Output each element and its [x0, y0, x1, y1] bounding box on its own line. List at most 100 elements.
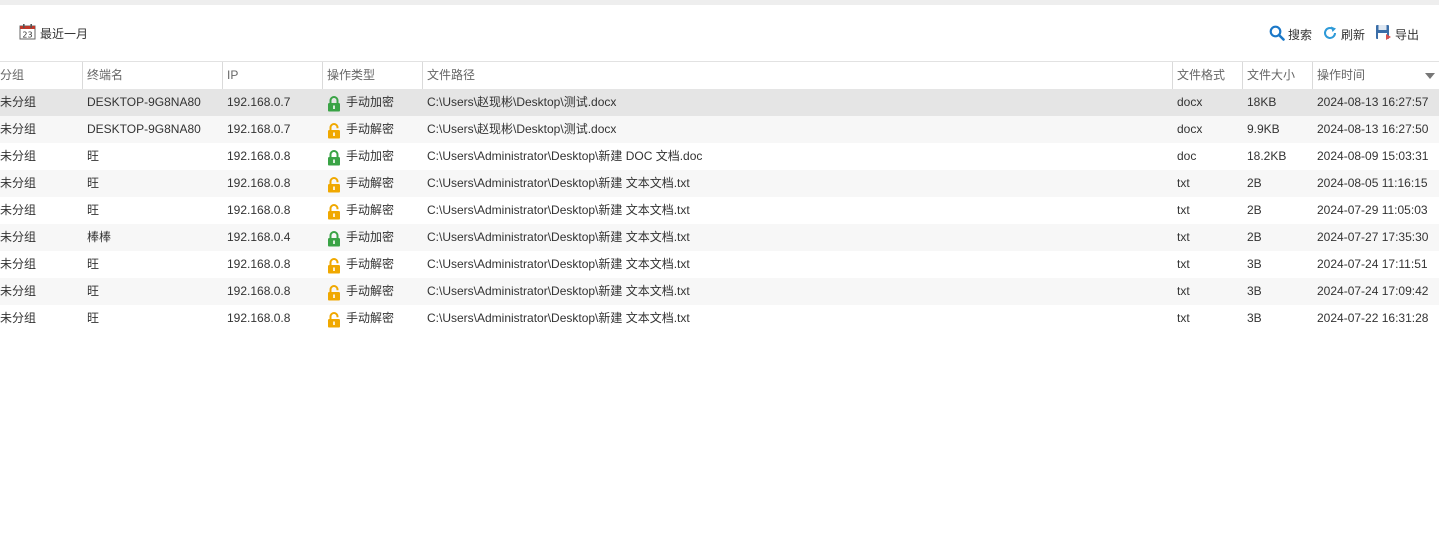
- op-type-label: 手动解密: [346, 203, 395, 217]
- export-button[interactable]: 导出: [1375, 24, 1419, 44]
- cell-ip: 192.168.0.8: [227, 203, 291, 217]
- table-row[interactable]: 未分组 棒棒 192.168.0.4 手动加密 C:\Users\Administrat…: [0, 224, 1439, 251]
- cell-size: 2B: [1247, 203, 1262, 217]
- cell-op-type: 手动加密: [327, 89, 422, 116]
- cell-time: 2024-07-22 16:31:28: [1317, 311, 1429, 325]
- op-type-label: 手动解密: [346, 176, 395, 190]
- period-filter-label: 最近一月: [40, 26, 89, 41]
- cell-terminal: 旺: [87, 203, 100, 217]
- column-header-time[interactable]: 操作时间: [1312, 62, 1439, 89]
- column-header-format[interactable]: 文件格式: [1172, 62, 1242, 89]
- lock-closed-green-icon: [327, 95, 341, 111]
- cell-op-type: 手动解密: [327, 197, 422, 224]
- table-row[interactable]: 未分组 旺 192.168.0.8 手动解密 C:\Users\Administrato…: [0, 278, 1439, 305]
- column-header-size[interactable]: 文件大小: [1242, 62, 1312, 89]
- cell-format: doc: [1177, 149, 1197, 163]
- column-header-path[interactable]: 文件路径: [422, 62, 1172, 89]
- column-header-time-label: 操作时间: [1317, 68, 1366, 82]
- table-body: 未分组 DESKTOP-9G8NA80 192.168.0.7 手动加密 C:\User…: [0, 89, 1439, 332]
- cell-group: 未分组: [0, 311, 37, 325]
- op-type-label: 手动加密: [346, 230, 395, 244]
- cell-ip: 192.168.0.7: [227, 95, 291, 109]
- cell-terminal: 旺: [87, 176, 100, 190]
- op-type-label: 手动解密: [346, 122, 395, 136]
- cell-size: 18.2KB: [1247, 149, 1287, 163]
- op-type-label: 手动加密: [346, 95, 395, 109]
- column-header-op-type[interactable]: 操作类型: [322, 62, 422, 89]
- table-row[interactable]: 未分组 旺 192.168.0.8 手动解密 C:\Users\Administrato…: [0, 197, 1439, 224]
- export-label: 导出: [1394, 27, 1419, 42]
- cell-ip: 192.168.0.7: [227, 122, 291, 136]
- cell-op-type: 手动解密: [327, 305, 422, 332]
- cell-path: C:\Users\Administrator\Desktop\新建 文本文档.t…: [427, 284, 690, 298]
- cell-format: txt: [1177, 257, 1190, 271]
- lock-open-yellow-icon: [327, 176, 341, 192]
- refresh-icon: [1322, 25, 1338, 44]
- cell-group: 未分组: [0, 149, 37, 163]
- cell-ip: 192.168.0.8: [227, 149, 291, 163]
- cell-group: 未分组: [0, 95, 37, 109]
- table-row[interactable]: 未分组 DESKTOP-9G8NA80 192.168.0.7 手动解密 C:\User…: [0, 116, 1439, 143]
- toolbar: 23 最近一月 搜索 刷新 导出: [0, 5, 1439, 61]
- cell-terminal: DESKTOP-9G8NA80: [87, 95, 201, 109]
- cell-group: 未分组: [0, 257, 37, 271]
- table-row[interactable]: 未分组 旺 192.168.0.8 手动加密 C:\Users\Administrato…: [0, 143, 1439, 170]
- lock-closed-green-icon: [327, 149, 341, 165]
- op-type-label: 手动解密: [346, 284, 395, 298]
- op-type-label: 手动加密: [346, 149, 395, 163]
- cell-size: 3B: [1247, 257, 1262, 271]
- lock-open-yellow-icon: [327, 257, 341, 273]
- cell-group: 未分组: [0, 122, 37, 136]
- cell-path: C:\Users\赵现彬\Desktop\测试.docx: [427, 122, 617, 136]
- cell-group: 未分组: [0, 176, 37, 190]
- cell-size: 9.9KB: [1247, 122, 1280, 136]
- cell-group: 未分组: [0, 284, 37, 298]
- cell-time: 2024-08-09 15:03:31: [1317, 149, 1429, 163]
- cell-format: docx: [1177, 122, 1203, 136]
- cell-terminal: 旺: [87, 257, 100, 271]
- cell-time: 2024-07-29 11:05:03: [1317, 203, 1428, 217]
- cell-size: 3B: [1247, 284, 1262, 298]
- cell-time: 2024-08-13 16:27:57: [1317, 95, 1429, 109]
- search-icon: [1269, 25, 1285, 44]
- cell-path: C:\Users\Administrator\Desktop\新建 文本文档.t…: [427, 176, 690, 190]
- cell-time: 2024-07-24 17:09:42: [1317, 284, 1429, 298]
- lock-open-yellow-icon: [327, 203, 341, 219]
- lock-closed-green-icon: [327, 230, 341, 246]
- cell-op-type: 手动解密: [327, 170, 422, 197]
- cell-ip: 192.168.0.8: [227, 176, 291, 190]
- search-button[interactable]: 搜索: [1269, 25, 1312, 44]
- cell-op-type: 手动解密: [327, 251, 422, 278]
- lock-open-yellow-icon: [327, 284, 341, 300]
- cell-ip: 192.168.0.8: [227, 284, 291, 298]
- period-filter-button[interactable]: 23 最近一月: [19, 24, 88, 42]
- cell-size: 2B: [1247, 176, 1262, 190]
- cell-ip: 192.168.0.8: [227, 257, 291, 271]
- table-row[interactable]: 未分组 旺 192.168.0.8 手动解密 C:\Users\Administrato…: [0, 251, 1439, 278]
- sort-desc-icon: [1425, 73, 1435, 79]
- cell-size: 2B: [1247, 230, 1262, 244]
- table-row[interactable]: 未分组 旺 192.168.0.8 手动解密 C:\Users\Administrato…: [0, 305, 1439, 332]
- cell-time: 2024-07-24 17:11:51: [1317, 257, 1428, 271]
- cell-size: 3B: [1247, 311, 1262, 325]
- table-row[interactable]: 未分组 DESKTOP-9G8NA80 192.168.0.7 手动加密 C:\User…: [0, 89, 1439, 116]
- column-header-group[interactable]: 分组: [0, 62, 82, 89]
- cell-ip: 192.168.0.4: [227, 230, 291, 244]
- cell-op-type: 手动加密: [327, 224, 422, 251]
- op-type-label: 手动解密: [346, 311, 395, 325]
- export-icon: [1375, 24, 1392, 44]
- cell-format: txt: [1177, 203, 1190, 217]
- cell-time: 2024-07-27 17:35:30: [1317, 230, 1429, 244]
- cell-size: 18KB: [1247, 95, 1277, 109]
- cell-op-type: 手动解密: [327, 278, 422, 305]
- search-label: 搜索: [1287, 27, 1312, 42]
- cell-format: txt: [1177, 230, 1190, 244]
- lock-open-yellow-icon: [327, 122, 341, 138]
- column-header-ip[interactable]: IP: [222, 62, 322, 89]
- cell-path: C:\Users\Administrator\Desktop\新建 文本文档.t…: [427, 257, 690, 271]
- column-header-terminal[interactable]: 终端名: [82, 62, 222, 89]
- table-row[interactable]: 未分组 旺 192.168.0.8 手动解密 C:\Users\Administrato…: [0, 170, 1439, 197]
- refresh-button[interactable]: 刷新: [1322, 25, 1365, 44]
- cell-path: C:\Users\Administrator\Desktop\新建 DOC 文档…: [427, 149, 703, 163]
- table-header: 分组 终端名 IP 操作类型 文件路径 文件格式 文件大小 操作时间: [0, 61, 1439, 90]
